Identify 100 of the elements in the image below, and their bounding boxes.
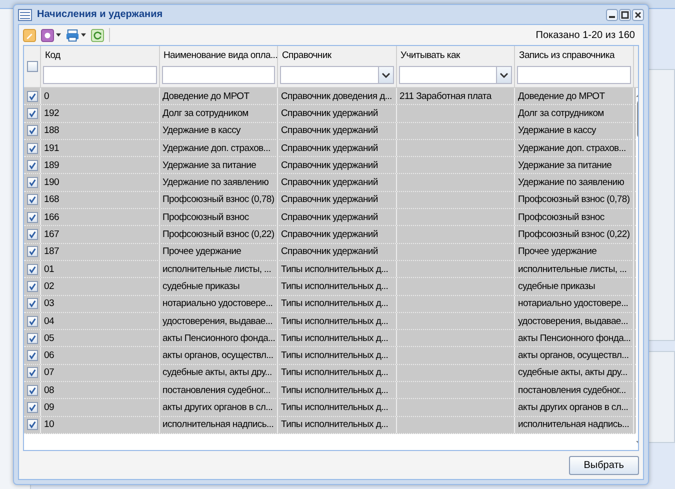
table-cell: Удержание по заявлению	[162, 177, 269, 188]
table-cell: акты других органов в сл...	[518, 402, 628, 413]
table-cell: Справочник удержаний	[281, 212, 378, 223]
table-cell: судебные акты, акты дру...	[518, 367, 628, 378]
row-checkbox[interactable]	[26, 177, 38, 188]
table-cell: Удержание доп. страхов...	[518, 142, 626, 154]
row-checkbox[interactable]	[26, 125, 38, 136]
table-cell: 211 Заработная плата	[400, 90, 492, 102]
table-cell: 04	[44, 316, 54, 326]
row-checkbox[interactable]	[26, 246, 38, 258]
row-checkbox[interactable]	[26, 367, 38, 378]
print-menu-button[interactable]	[66, 28, 86, 42]
window-title: Начисления и удержания	[37, 9, 163, 20]
select-button[interactable]: Выбрать	[568, 456, 639, 474]
table-cell: Доведение до МРОТ	[162, 90, 250, 102]
row-checkbox[interactable]	[26, 419, 38, 430]
table-cell: Типы исполнительных д...	[281, 316, 388, 326]
paging-info: Показано 1-20 из 160	[536, 30, 636, 40]
table-cell: Удержание в кассу	[518, 125, 596, 136]
table-cell: 166	[44, 212, 59, 223]
maximize-icon[interactable]	[619, 8, 631, 20]
row-checkbox[interactable]	[26, 280, 38, 292]
table-cell: Типы исполнительных д...	[281, 264, 388, 275]
refresh-icon[interactable]	[91, 28, 104, 42]
table-cell: нотариально удостовере...	[162, 298, 273, 310]
table-cell: Удержание по заявлению	[518, 177, 624, 188]
table-cell: Долг за сотрудником	[162, 108, 248, 119]
table-cell: Типы исполнительных д...	[281, 384, 388, 396]
table-cell: Удержание в кассу	[162, 125, 241, 136]
table-cell: Справочник удержаний	[281, 125, 378, 136]
table-cell: 167	[44, 229, 59, 240]
select-all-checkbox[interactable]	[26, 61, 38, 72]
row-checkbox[interactable]	[26, 332, 38, 344]
row-checkbox[interactable]	[26, 316, 38, 326]
table-cell: Доведение до МРОТ	[518, 90, 605, 102]
row-checkbox[interactable]	[26, 142, 38, 154]
table-cell: Типы исполнительных д...	[281, 332, 388, 344]
table-cell: Профсоюзный взнос (0,78)	[518, 194, 630, 206]
table-cell: 191	[44, 142, 59, 154]
close-icon[interactable]	[632, 8, 644, 20]
table-cell: 08	[44, 384, 54, 396]
table-cell: Справочник удержаний	[281, 108, 378, 119]
chevron-down-icon	[500, 72, 508, 78]
table-cell: 168	[44, 194, 59, 206]
table-cell: исполнительная надпись...	[518, 419, 630, 430]
table-cell: акты органов, осуществл...	[162, 350, 274, 362]
table-cell: удостоверения, выдавае...	[518, 316, 628, 326]
column-header[interactable]: Наименование вида опла...	[162, 49, 275, 62]
add-menu-button[interactable]	[41, 28, 61, 42]
table-cell: Типы исполнительных д...	[281, 350, 388, 362]
caret-icon	[81, 33, 86, 37]
table-cell: Долг за сотрудником	[518, 108, 604, 119]
table-cell: Удержание за питание	[162, 160, 256, 171]
caret-icon	[56, 33, 61, 37]
table-cell: судебные приказы	[518, 280, 596, 292]
column-header[interactable]: Учитывать как	[398, 49, 512, 62]
table-cell: 03	[44, 298, 54, 310]
table-cell: 05	[44, 332, 54, 344]
table-cell: 02	[44, 280, 54, 292]
row-checkbox[interactable]	[26, 212, 38, 223]
table-cell: судебные акты, акты дру...	[162, 367, 272, 378]
table-cell: Справочник удержаний	[281, 160, 378, 171]
table-cell: Типы исполнительных д...	[281, 280, 388, 292]
row-checkbox[interactable]	[26, 90, 38, 102]
row-checkbox[interactable]	[26, 350, 38, 362]
table-cell: Справочник удержаний	[281, 246, 378, 258]
row-checkbox[interactable]	[26, 298, 38, 310]
minimize-icon[interactable]	[606, 8, 618, 20]
table-cell: Типы исполнительных д...	[281, 367, 388, 378]
printer-icon	[66, 28, 79, 42]
column-header[interactable]: Запись из справочника	[517, 49, 630, 62]
table-cell: судебные приказы	[162, 280, 240, 292]
table-cell: исполнительные листы, ...	[518, 264, 627, 275]
row-checkbox[interactable]	[26, 384, 38, 396]
filter-field[interactable]	[517, 66, 630, 84]
row-checkbox[interactable]	[26, 402, 38, 413]
window-icon	[18, 8, 32, 20]
filter-field[interactable]	[43, 66, 156, 84]
filter-field[interactable]	[162, 66, 275, 84]
column-header[interactable]: Код	[43, 49, 156, 62]
table-cell: 189	[44, 160, 59, 171]
table-cell: Типы исполнительных д...	[281, 298, 388, 310]
row-checkbox[interactable]	[26, 229, 38, 240]
table-cell: удостоверения, выдавае...	[162, 316, 272, 326]
table-cell: Профсоюзный взнос (0,22)	[518, 229, 630, 240]
table-cell: 0	[44, 90, 49, 102]
table-cell: Профсоюзный взнос (0,78)	[162, 194, 274, 206]
table-cell: 188	[44, 125, 59, 136]
table-cell: Справочник удержаний	[281, 142, 378, 154]
table-cell: Прочее удержание	[162, 246, 242, 258]
table-cell: исполнительная надпись...	[162, 419, 274, 430]
table-cell: Удержание доп. страхов...	[162, 142, 270, 154]
table-cell: акты органов, осуществл...	[518, 350, 629, 362]
row-checkbox[interactable]	[26, 264, 38, 275]
row-checkbox[interactable]	[26, 108, 38, 119]
column-header[interactable]: Справочник	[280, 49, 394, 62]
row-checkbox[interactable]	[26, 194, 38, 206]
row-checkbox[interactable]	[26, 160, 38, 171]
table-cell: Справочник удержаний	[281, 177, 378, 188]
table-cell: постановления судебног...	[518, 384, 626, 396]
